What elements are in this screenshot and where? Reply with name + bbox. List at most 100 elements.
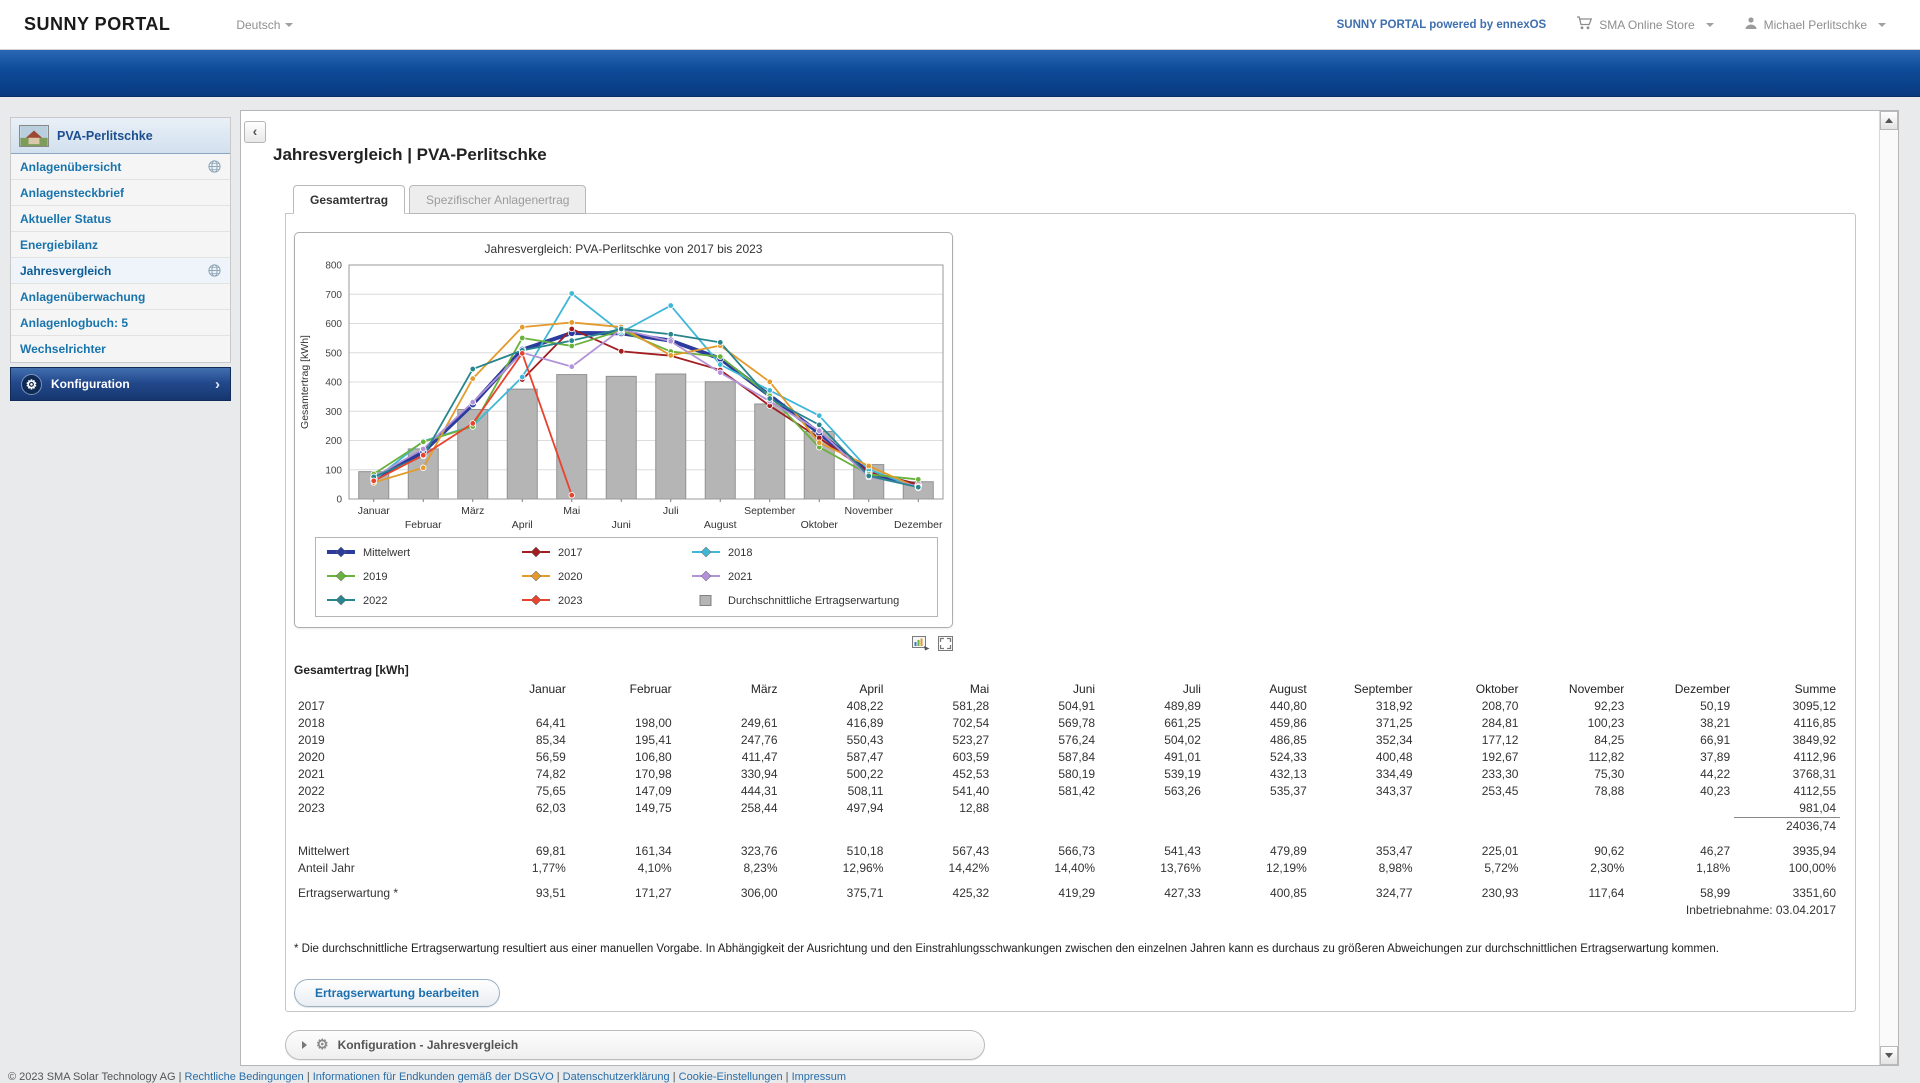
cell: 324,77	[1311, 885, 1417, 902]
cell: 566,73	[993, 843, 1099, 860]
config-accordion-label: Konfiguration - Jahresvergleich	[338, 1038, 519, 1052]
sidebar-item-anlagenlogbuch-5[interactable]: Anlagenlogbuch: 5	[11, 310, 230, 336]
row-label: 2022	[294, 783, 464, 800]
cell: 343,37	[1311, 783, 1417, 800]
sidebar-item-label: Jahresvergleich	[20, 264, 111, 278]
yield-chart: 0100200300400500600700800JanuarFebruarMä…	[295, 257, 954, 535]
sidebar-item-label: Anlagenübersicht	[20, 160, 121, 174]
svg-text:Dezember: Dezember	[894, 519, 943, 531]
footer-link[interactable]: Cookie-Einstellungen	[679, 1071, 783, 1083]
sidebar-item-energiebilanz[interactable]: Energiebilanz	[11, 232, 230, 258]
scroll-up-button[interactable]	[1880, 111, 1898, 130]
sidebar-item-konfiguration[interactable]: ⚙ Konfiguration ›	[10, 367, 231, 401]
sidebar-item-anlagen-bersicht[interactable]: Anlagenübersicht	[11, 154, 230, 180]
sidebar-item-label: Wechselrichter	[20, 342, 106, 356]
user-menu[interactable]: Michael Perlitschke	[1744, 16, 1886, 33]
sidebar-item-anlagen-berwachung[interactable]: Anlagenüberwachung	[11, 284, 230, 310]
chevron-right-icon: ›	[215, 376, 220, 393]
cell: 84,25	[1522, 732, 1628, 749]
cell: 504,02	[1099, 732, 1205, 749]
cell: 170,98	[570, 766, 676, 783]
table-title: Gesamtertrag [kWh]	[294, 663, 1839, 677]
sunny-portal-logo[interactable]: SUNNY PORTAL	[24, 14, 170, 35]
sidebar-item-jahresvergleich[interactable]: Jahresvergleich	[11, 258, 230, 284]
cell: 12,19%	[1205, 860, 1311, 877]
language-selector[interactable]: Deutsch	[236, 18, 293, 32]
cell: 198,00	[570, 715, 676, 732]
legend-marker-icon	[521, 594, 551, 609]
footer-links: | Rechtliche Bedingungen | Informationen…	[179, 1071, 846, 1083]
svg-text:Gesamtertrag [kWh]: Gesamtertrag [kWh]	[299, 335, 311, 429]
yield-chart-card: Jahresvergleich: PVA-Perlitschke von 201…	[294, 232, 953, 628]
cell	[1628, 800, 1734, 818]
cell: 93,51	[464, 885, 570, 902]
tab-gesamtertrag[interactable]: Gesamtertrag	[293, 185, 405, 214]
footer-link[interactable]: Impressum	[792, 1071, 846, 1083]
cell: 497,94	[782, 800, 888, 818]
svg-text:Januar: Januar	[358, 505, 391, 517]
plant-header[interactable]: PVA-Perlitschke	[11, 118, 230, 154]
fullscreen-icon[interactable]	[938, 636, 953, 651]
sma-online-store-link[interactable]: SMA Online Store	[1576, 16, 1713, 33]
cell: 106,80	[570, 749, 676, 766]
table-row-2021: 202174,82170,98330,94500,22452,53580,195…	[294, 766, 1840, 783]
cell: 75,65	[464, 783, 570, 800]
legend-marker-icon	[691, 570, 721, 585]
row-label: Ertragserwartung *	[294, 885, 464, 902]
cell: 14,42%	[887, 860, 993, 877]
edit-expectation-button[interactable]: Ertragserwartung bearbeiten	[294, 979, 500, 1007]
cell: 523,27	[887, 732, 993, 749]
page-title: Jahresvergleich | PVA-Perlitschke	[273, 145, 1858, 165]
navigation-band	[0, 50, 1920, 97]
cell: 459,86	[1205, 715, 1311, 732]
row-label: 2021	[294, 766, 464, 783]
plant-name: PVA-Perlitschke	[57, 129, 153, 143]
chart-title: Jahresvergleich: PVA-Perlitschke von 201…	[295, 233, 952, 257]
cell: 4116,85	[1734, 715, 1840, 732]
cell: 44,22	[1628, 766, 1734, 783]
scroll-down-button[interactable]	[1880, 1046, 1898, 1065]
public-globe-icon[interactable]	[208, 160, 221, 173]
col-header-august: August	[1205, 681, 1311, 698]
legend-label: 2023	[558, 595, 582, 607]
sidebar-item-anlagensteckbrief[interactable]: Anlagensteckbrief	[11, 180, 230, 206]
cell: 563,26	[1099, 783, 1205, 800]
collapse-sidebar-button[interactable]: ‹	[244, 121, 266, 143]
cell: 408,22	[782, 698, 888, 715]
footer-link[interactable]: Rechtliche Bedingungen	[185, 1071, 304, 1083]
svg-text:300: 300	[325, 407, 342, 418]
table-row-2018: 201864,41198,00249,61416,89702,54569,786…	[294, 715, 1840, 732]
config-accordion[interactable]: ⚙ Konfiguration - Jahresvergleich	[285, 1030, 985, 1060]
row-label: 2018	[294, 715, 464, 732]
public-globe-icon[interactable]	[208, 264, 221, 277]
legend-marker-icon	[326, 546, 356, 561]
footer-link[interactable]: Informationen für Endkunden gemäß der DS…	[313, 1071, 554, 1083]
legend-label: 2020	[558, 571, 582, 583]
svg-text:200: 200	[325, 436, 342, 447]
cell	[1311, 800, 1417, 818]
row-label: 2017	[294, 698, 464, 715]
cell: 489,89	[1099, 698, 1205, 715]
legend-label: 2021	[728, 571, 752, 583]
cell	[676, 698, 782, 715]
sidebar-item-wechselrichter[interactable]: Wechselrichter	[11, 336, 230, 362]
svg-text:November: November	[845, 505, 894, 517]
col-header-empty	[294, 681, 464, 698]
cell: 587,84	[993, 749, 1099, 766]
export-chart-icon[interactable]	[912, 636, 930, 651]
cell: 432,13	[1205, 766, 1311, 783]
cell: 78,88	[1522, 783, 1628, 800]
sidebar-item-aktueller-status[interactable]: Aktueller Status	[11, 206, 230, 232]
sidebar-item-label: Anlagenüberwachung	[20, 290, 145, 304]
cell: 149,75	[570, 800, 676, 818]
col-header-dezember: Dezember	[1628, 681, 1734, 698]
cell: 85,34	[464, 732, 570, 749]
legend-item-2021: 2021	[691, 568, 927, 586]
cell: 981,04	[1734, 800, 1840, 818]
cell: 702,54	[887, 715, 993, 732]
vertical-scrollbar[interactable]	[1879, 111, 1898, 1065]
footer-link[interactable]: Datenschutzerklärung	[563, 1071, 670, 1083]
svg-text:800: 800	[325, 261, 342, 272]
tab-spezifischer-anlagenertrag[interactable]: Spezifischer Anlagenertrag	[409, 185, 586, 214]
cell: 416,89	[782, 715, 888, 732]
